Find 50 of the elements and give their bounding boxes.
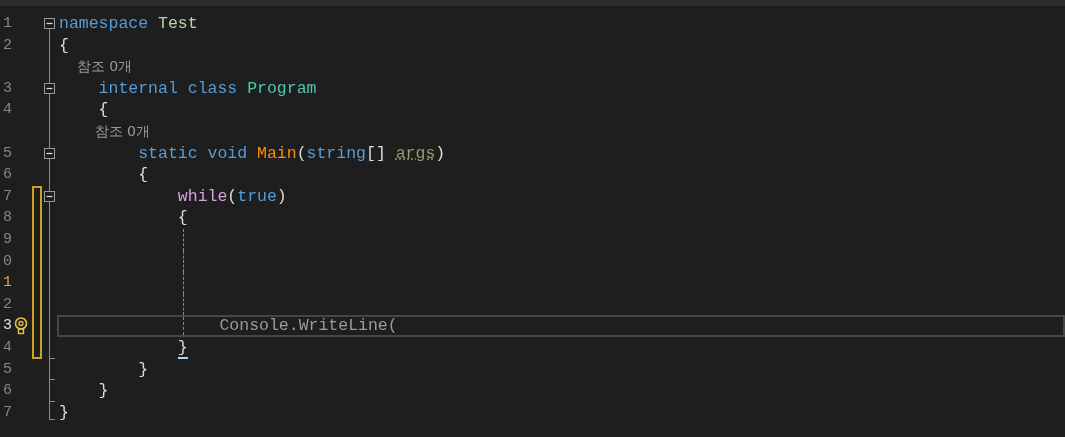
code-token: Main [257, 143, 297, 163]
line-number: 1 [2, 273, 12, 294]
line-number: 5 [2, 143, 12, 164]
code-token: } [138, 359, 149, 379]
line-number: 3 [2, 316, 12, 337]
reference-count[interactable]: 참조 0개 [59, 58, 133, 75]
line-number: 6 [2, 165, 12, 186]
line-number: 8 [2, 208, 12, 229]
line-number: 4 [2, 337, 12, 358]
collapse-icon[interactable] [44, 190, 55, 202]
code-token: { [59, 35, 69, 55]
lightbulb-icon[interactable] [14, 317, 28, 336]
code-token: [] [366, 143, 387, 163]
code-token: ( [227, 186, 238, 206]
line-number: 9 [2, 229, 12, 250]
code-token: true [237, 186, 277, 206]
code-token: string [306, 143, 366, 163]
line-number: 0 [2, 251, 12, 272]
code-token: while [177, 186, 228, 206]
code-token: { [177, 208, 188, 228]
line-number: 1 [2, 14, 12, 34]
code-token: ( [296, 143, 307, 163]
code-token: Test [158, 14, 198, 33]
code-token: class [187, 78, 239, 98]
code-token: internal [98, 78, 179, 98]
line-number: 6 [2, 381, 12, 402]
code-token: namespace [59, 14, 150, 33]
code-token: } [59, 402, 69, 422]
code-token: Console.WriteLine( [219, 316, 398, 336]
code-token: } [98, 381, 109, 401]
code-token: ) [435, 143, 446, 163]
line-number: 2 [2, 294, 12, 315]
code-token: Program [247, 78, 317, 98]
line-number: 5 [2, 359, 12, 380]
code-token: { [138, 165, 149, 185]
code-token: void [207, 143, 249, 163]
code-token: args [395, 143, 436, 163]
line-number: 3 [2, 78, 12, 99]
reference-count[interactable]: 참조 0개 [59, 122, 150, 139]
code-token: static [138, 143, 199, 163]
collapse-icon[interactable] [44, 147, 55, 159]
code-token: } [177, 337, 188, 359]
collapse-icon[interactable] [44, 82, 55, 94]
code-token: ) [276, 186, 287, 206]
line-number: 4 [2, 100, 12, 121]
line-number: 7 [2, 402, 12, 423]
code-token: { [98, 100, 109, 120]
line-number: 2 [2, 35, 12, 56]
line-number: 7 [2, 186, 12, 207]
collapse-icon[interactable] [44, 18, 55, 29]
